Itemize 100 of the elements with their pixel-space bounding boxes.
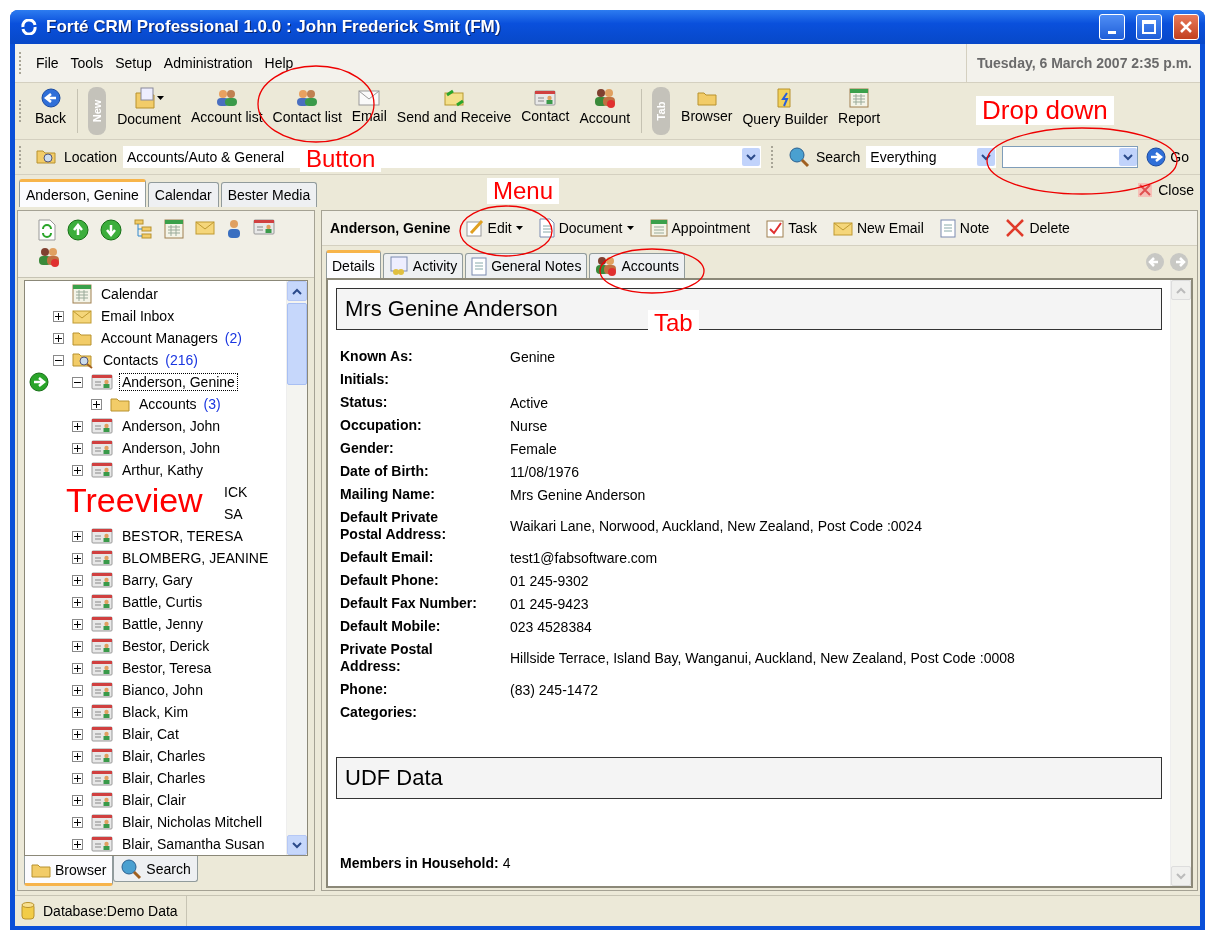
expand-icon[interactable] <box>72 618 83 630</box>
note-icon <box>939 218 956 238</box>
detail-tab[interactable]: General Notes <box>465 253 588 278</box>
contact-name: Anderson, Genine <box>330 220 451 236</box>
toolbar-button[interactable]: Note <box>932 218 997 238</box>
expand-icon[interactable] <box>72 794 83 806</box>
contact-card-icon <box>253 219 275 235</box>
field-label: Date of Birth: <box>340 463 430 480</box>
close-button[interactable] <box>1173 14 1199 40</box>
maximize-icon <box>1142 20 1156 34</box>
expand-icon[interactable] <box>72 706 83 718</box>
field-label: Occupation: <box>340 417 423 434</box>
expand-icon[interactable] <box>72 772 83 784</box>
expand-icon[interactable] <box>72 728 83 740</box>
contact-card-icon <box>91 462 113 478</box>
expand-icon[interactable] <box>72 574 83 586</box>
expand-icon[interactable] <box>53 310 64 322</box>
expand-icon[interactable] <box>72 596 83 608</box>
section-heading: UDF Data <box>336 757 1162 799</box>
menu-item[interactable]: Administration <box>157 55 259 71</box>
toolbar-button[interactable]: Document <box>112 82 186 132</box>
collapse-icon[interactable] <box>53 354 64 366</box>
expand-icon[interactable] <box>72 816 83 828</box>
menu-item[interactable]: Tools <box>64 55 110 71</box>
toolbar-button[interactable]: Back <box>30 82 72 132</box>
toolbar-button[interactable]: Send and Receive <box>391 82 517 132</box>
toolbar-button[interactable]: Delete <box>998 218 1077 238</box>
contact-card-icon <box>91 638 113 654</box>
scroll-up-icon[interactable] <box>292 287 302 295</box>
people-icon <box>215 89 238 107</box>
envelope-icon <box>358 90 381 106</box>
expand-icon[interactable] <box>72 662 83 674</box>
detail-tab[interactable]: Activity <box>382 253 464 278</box>
toolbar-button[interactable]: Contact list <box>267 82 347 132</box>
toolbar-button[interactable]: Edit <box>458 219 530 237</box>
toolbar-button[interactable]: Appointment <box>642 219 758 237</box>
calendar-icon <box>649 219 668 237</box>
contact-card-icon <box>91 660 113 676</box>
date-time: Tuesday, 6 March 2007 2:35 p.m. <box>965 44 1200 82</box>
expand-icon[interactable] <box>72 420 83 432</box>
detail-tab[interactable]: Accounts <box>589 253 685 278</box>
tree-item[interactable]: Arthur, Kathy <box>119 461 206 479</box>
minimize-button[interactable] <box>1099 14 1125 40</box>
expand-icon[interactable] <box>72 640 83 652</box>
field-label: Mailing Name: <box>340 486 436 503</box>
expand-icon[interactable] <box>72 530 83 542</box>
menu-item[interactable]: Setup <box>109 55 158 71</box>
field-label: Known As: <box>340 348 414 365</box>
contact-card-icon <box>91 704 113 720</box>
document-tab[interactable]: Bester Media <box>220 182 318 207</box>
collapse-icon[interactable] <box>72 376 83 388</box>
field-label: Private Postal Address: <box>340 641 434 675</box>
document-tab[interactable]: Anderson, Genine <box>19 179 146 207</box>
close-tab-button[interactable]: Close <box>1131 181 1200 199</box>
toolbar-button[interactable]: Account list <box>185 82 268 132</box>
close-icon <box>1137 182 1154 198</box>
document-tab[interactable]: Calendar <box>147 182 219 207</box>
panel-tab[interactable]: Browser <box>24 856 114 886</box>
toolbar-button[interactable]: New Email <box>825 220 931 236</box>
search-scope-dropdown[interactable]: Everything <box>866 146 997 168</box>
scroll-down-icon[interactable] <box>292 841 302 849</box>
maximize-button[interactable] <box>1136 14 1162 40</box>
expand-icon[interactable] <box>72 684 83 696</box>
scrollbar[interactable] <box>286 281 307 855</box>
field-label: Categories: <box>340 704 419 721</box>
field-value: Female <box>510 440 558 457</box>
menu-item[interactable]: File <box>30 55 65 71</box>
field-value: Hillside Terrace, Island Bay, Wanganui, Auckland, New Zealand, Post Code :0008 <box>510 650 1016 666</box>
search-label: Search <box>815 149 861 165</box>
toolbar-button[interactable]: Query Builder <box>737 82 833 132</box>
contact-card-icon <box>534 90 557 106</box>
folder-icon <box>72 330 92 346</box>
status-text: Database:Demo Data <box>43 903 178 919</box>
search-icon <box>787 146 810 168</box>
tree-item[interactable]: Anderson, Genine <box>119 373 238 391</box>
scroll-thumb[interactable] <box>287 303 307 385</box>
scroll-down-button[interactable] <box>287 835 307 855</box>
toolbar-button[interactable]: Task <box>759 218 824 238</box>
expand-icon[interactable] <box>72 552 83 564</box>
task-icon <box>766 218 785 238</box>
expand-icon[interactable] <box>91 398 102 410</box>
scroll-up-button[interactable] <box>287 281 307 301</box>
toolbar-button[interactable]: Report <box>833 82 886 132</box>
toolbar-button[interactable]: Browser <box>676 82 738 132</box>
expand-icon[interactable] <box>72 750 83 762</box>
expand-icon[interactable] <box>72 464 83 476</box>
close-icon <box>1179 20 1193 34</box>
expand-icon[interactable] <box>72 838 83 850</box>
envelope-icon <box>72 308 92 324</box>
panel-tab[interactable]: Search <box>113 856 198 882</box>
toolbar-button[interactable]: Account <box>574 82 636 132</box>
field-value: Genine <box>510 348 557 365</box>
toolbar-button[interactable]: Document <box>531 218 641 238</box>
search-field[interactable] <box>1002 146 1139 168</box>
expand-icon[interactable] <box>53 332 64 344</box>
toolbar-button[interactable]: Contact <box>516 82 575 132</box>
field-label: Default Email: <box>340 549 435 566</box>
menu-item[interactable]: Help <box>258 55 300 71</box>
detail-tab[interactable]: Details <box>326 250 381 278</box>
expand-icon[interactable] <box>72 442 83 454</box>
